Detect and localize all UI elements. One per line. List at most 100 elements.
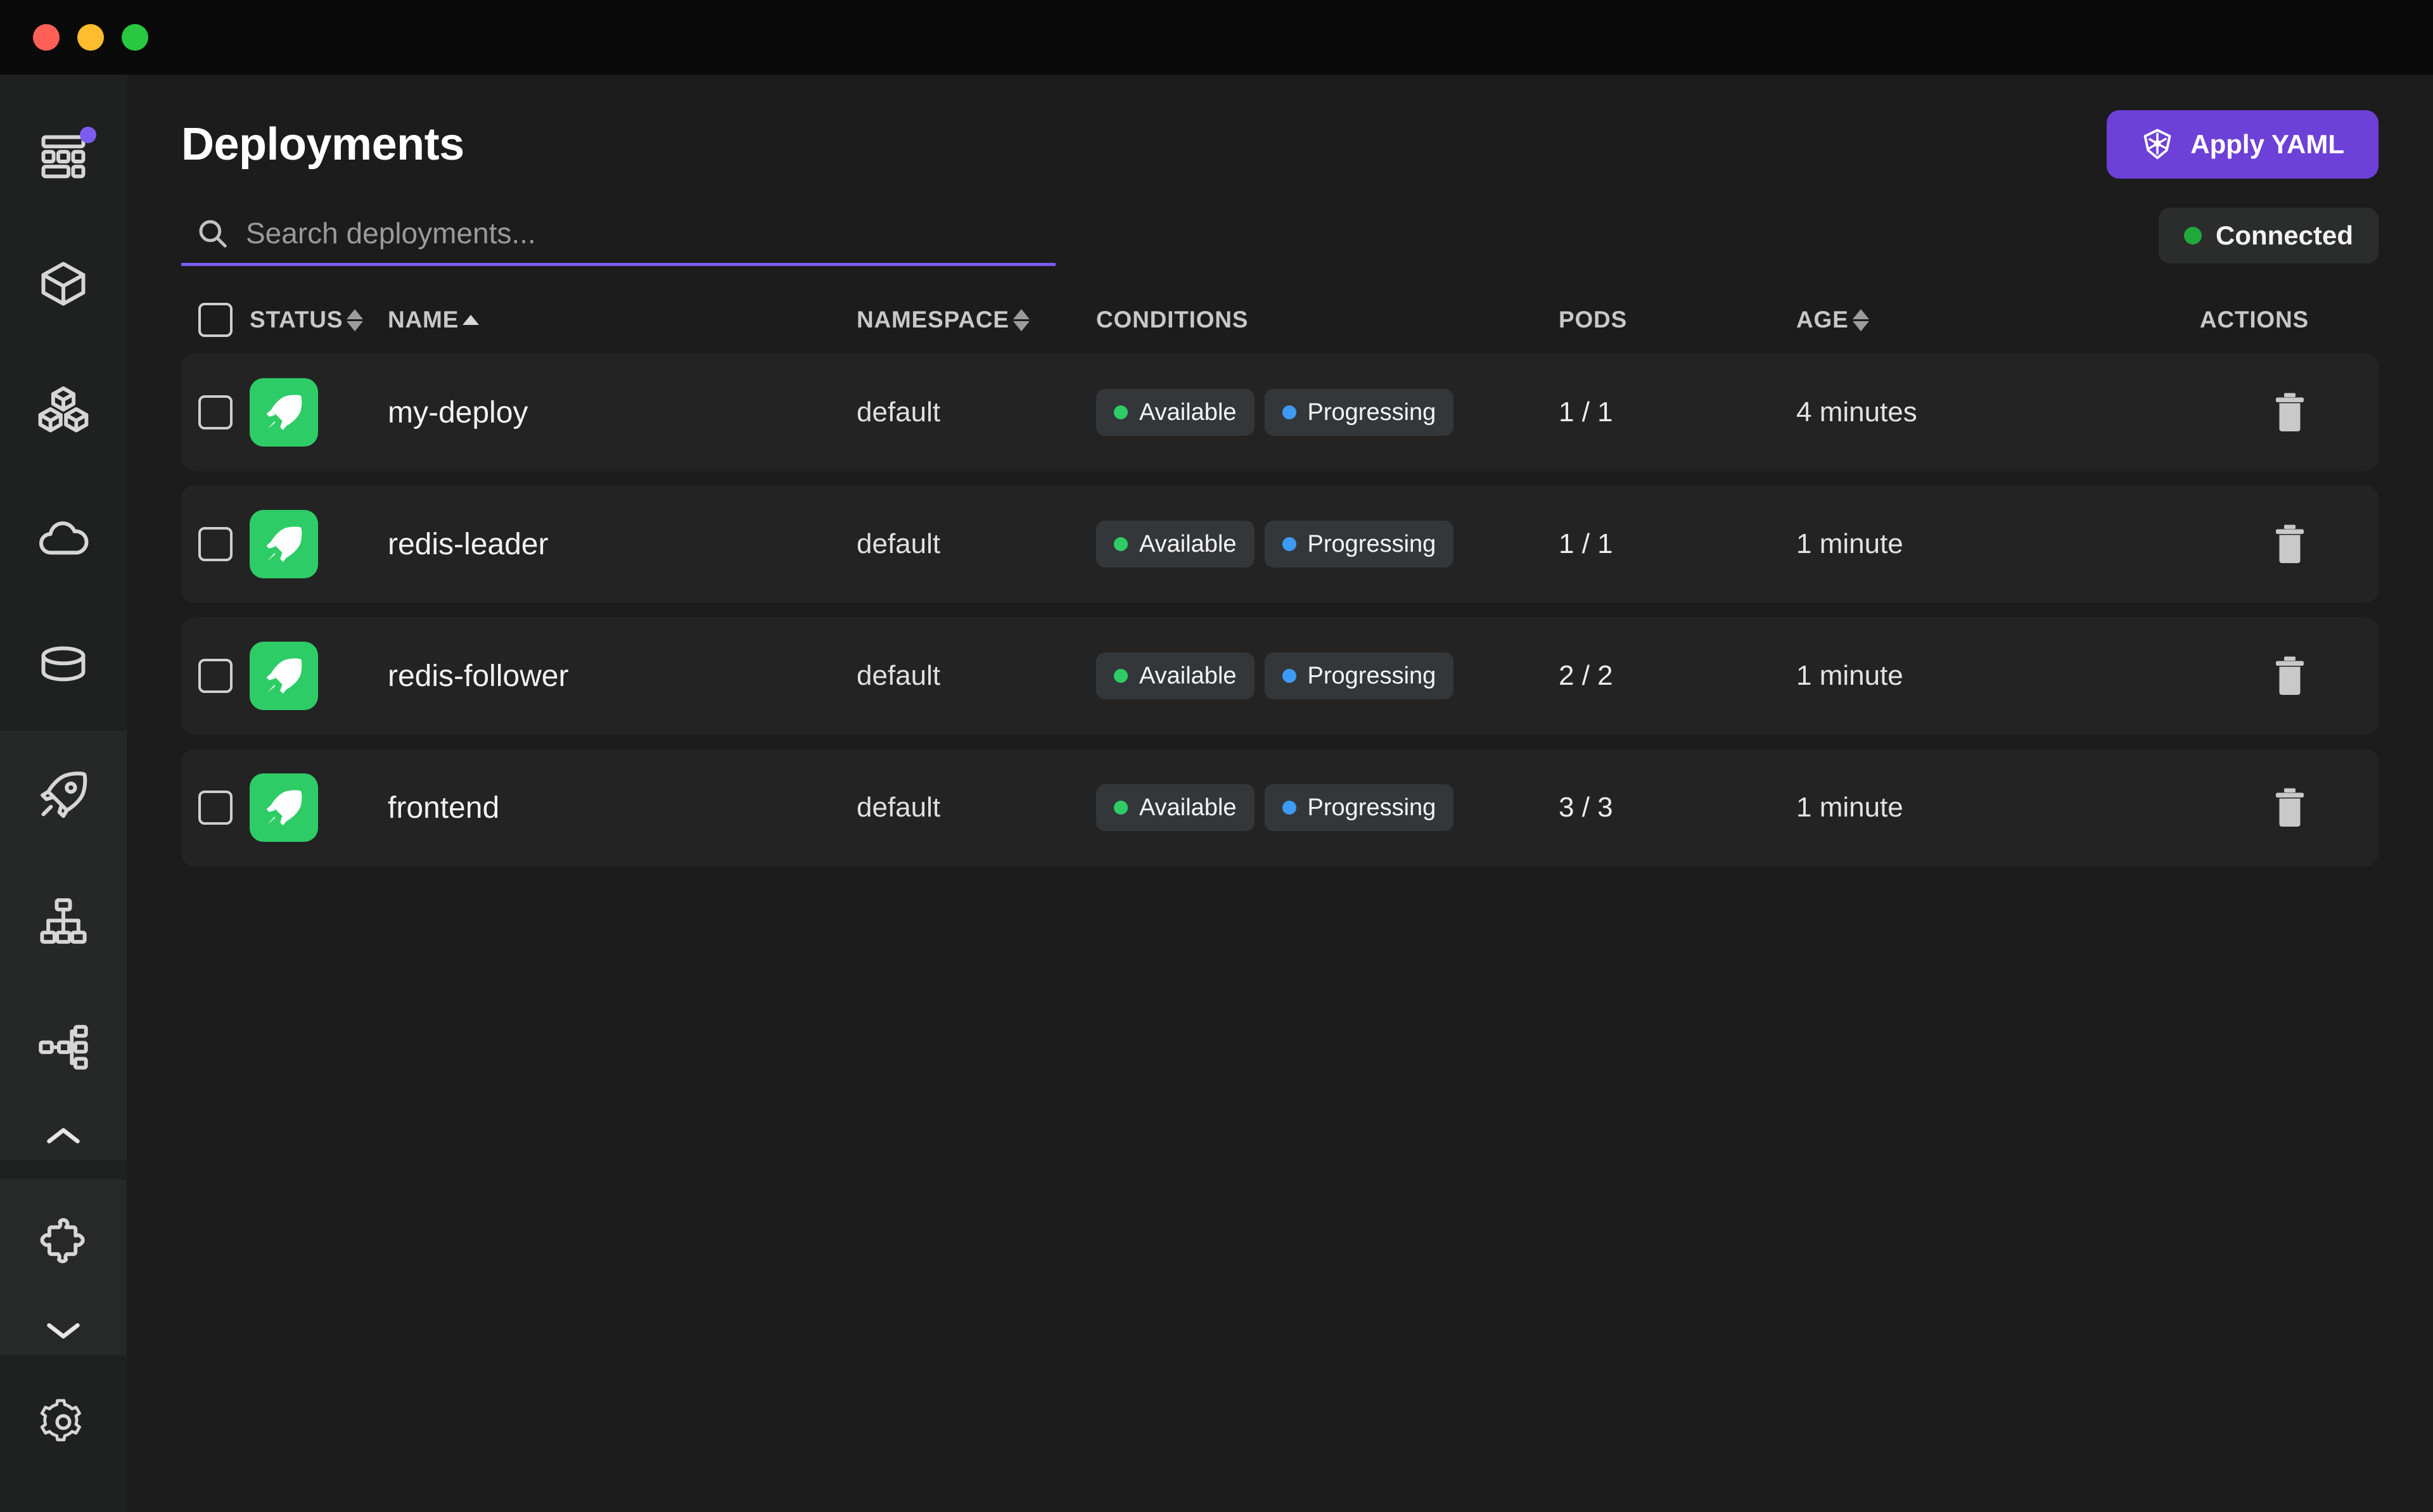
condition-badge: Progressing [1265,784,1454,831]
connection-status-label: Connected [2216,220,2353,251]
table-header-row: STATUS NAME NAMESPACE CONDITIONS [181,303,2379,353]
condition-label: Progressing [1308,531,1436,558]
apply-yaml-button[interactable]: Apply YAML [2107,110,2379,179]
sort-indicator-status [347,309,363,331]
minimize-button[interactable] [77,24,104,51]
table-body: my-deploy default AvailableProgressing 1… [181,353,2379,867]
sidebar-item-addons[interactable] [0,1179,127,1306]
condition-badge: Available [1096,784,1255,831]
sidebar-group-workloads [0,731,127,1160]
maximize-button[interactable] [122,24,148,51]
column-age-label: AGE [1796,307,1849,333]
column-actions-label: ACTIONS [2200,307,2309,333]
deployment-age: 4 minutes [1796,397,2126,428]
sidebar-item-services[interactable] [0,858,127,984]
table-row[interactable]: frontend default AvailableProgressing 3 … [181,749,2379,867]
condition-badge: Progressing [1265,521,1454,568]
deployment-status-icon [250,773,318,842]
select-all-cell [181,303,250,337]
row-actions-cell [2126,655,2379,697]
chevron-up-icon [44,1123,82,1148]
database-icon [37,637,90,690]
select-all-checkbox[interactable] [198,303,233,337]
row-actions-cell [2126,787,2379,829]
status-dot-icon [2184,227,2202,245]
deployment-status-icon [250,378,318,447]
condition-dot-icon [1282,537,1296,551]
column-status[interactable]: STATUS [250,307,388,333]
deployment-name: frontend [388,791,857,825]
condition-dot-icon [1114,537,1128,551]
sidebar-item-storage[interactable] [0,600,127,727]
kubernetes-icon [2141,128,2174,161]
conditions-list: AvailableProgressing [1096,652,1559,699]
table-row[interactable]: my-deploy default AvailableProgressing 1… [181,353,2379,471]
row-checkbox[interactable] [198,659,233,693]
sidebar-item-settings[interactable] [0,1359,127,1485]
connection-status-badge: Connected [2159,208,2379,264]
condition-dot-icon [1282,801,1296,815]
trash-icon [2271,391,2309,433]
condition-dot-icon [1282,669,1296,683]
sidebar-collapse-up[interactable] [0,1111,127,1160]
condition-label: Progressing [1308,399,1436,426]
page-header: Deployments Apply YAML [181,110,2379,179]
column-name[interactable]: NAME [388,307,857,333]
trash-icon [2271,523,2309,565]
sidebar-item-pods[interactable] [0,220,127,347]
sidebar-item-cloud[interactable] [0,474,127,600]
sidebar-item-deployments[interactable] [0,731,127,858]
delete-deployment-button[interactable] [2271,655,2309,697]
sidebar [0,75,127,1512]
rocket-icon [263,523,305,565]
condition-badge: Available [1096,652,1255,699]
column-age[interactable]: AGE [1796,307,2126,333]
rocket-icon [263,655,305,697]
condition-badge: Progressing [1265,652,1454,699]
chevron-down-icon [44,1318,82,1344]
condition-dot-icon [1114,405,1128,419]
deployment-conditions-cell: AvailableProgressing [1096,652,1559,699]
deployment-status-icon [250,642,318,710]
delete-deployment-button[interactable] [2271,391,2309,433]
deployment-conditions-cell: Available Progressing [1096,521,1559,568]
condition-badge: Available [1096,389,1255,436]
condition-label: Available [1139,794,1237,822]
sidebar-expand-down[interactable] [0,1306,127,1356]
deployment-conditions-cell: Available Progressing [1096,784,1559,831]
row-select-cell [181,791,250,825]
row-status-cell [250,773,388,842]
condition-dot-icon [1114,669,1128,683]
row-checkbox[interactable] [198,791,233,825]
row-checkbox[interactable] [198,527,233,561]
sidebar-item-dashboard[interactable] [0,94,127,220]
sidebar-item-ingress[interactable] [0,984,127,1111]
deployment-namespace: default [857,528,1096,560]
column-pods: PODS [1559,307,1796,333]
title-bar [0,0,2433,75]
deployment-conditions-cell: Available Progressing [1096,389,1559,436]
column-actions: ACTIONS [2126,307,2379,333]
search-input[interactable] [246,216,1050,250]
condition-label: Available [1139,399,1237,426]
sidebar-item-nodes[interactable] [0,347,127,474]
row-actions-cell [2126,391,2379,433]
deployment-name: redis-follower [388,659,857,694]
deployments-table: STATUS NAME NAMESPACE CONDITIONS [181,303,2379,880]
condition-label: Available [1139,531,1237,558]
rocket-icon [37,768,90,821]
notification-badge [80,127,96,143]
cloud-icon [37,511,90,564]
deployment-pods: 3 / 3 [1559,792,1796,823]
table-row[interactable]: redis-leader default Available Progressin… [181,485,2379,603]
deployment-pods: 1 / 1 [1559,397,1796,428]
column-namespace[interactable]: NAMESPACE [857,307,1096,333]
table-row[interactable]: redis-follower default AvailableProgress… [181,617,2379,735]
row-checkbox[interactable] [198,395,233,429]
delete-deployment-button[interactable] [2271,523,2309,565]
deployment-name: redis-leader [388,527,857,562]
close-button[interactable] [33,24,60,51]
delete-deployment-button[interactable] [2271,787,2309,829]
row-status-cell [250,642,388,710]
deployment-pods: 1 / 1 [1559,528,1796,560]
